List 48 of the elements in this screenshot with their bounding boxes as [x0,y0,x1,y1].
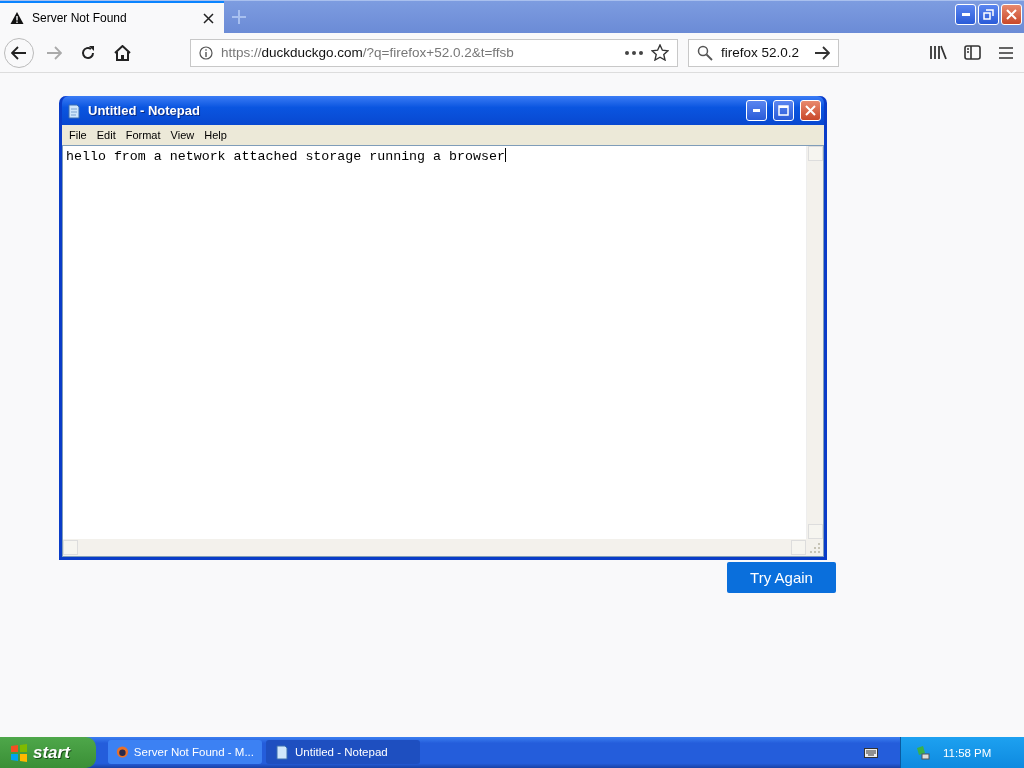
library-icon[interactable] [929,45,947,60]
menu-item[interactable]: View [165,129,200,141]
more-icon[interactable] [625,50,643,55]
reload-icon[interactable] [80,44,96,61]
network-icon[interactable] [915,744,931,761]
search-field[interactable]: firefox 52.0.2 [688,38,839,67]
taskbar-button[interactable]: Untitled - Notepad [266,740,420,764]
menu-item[interactable]: File [64,129,92,141]
browser-tab[interactable]: Server Not Found [0,1,224,33]
url-text: https://duckduckgo.com/?q=firefox+52.0.2&t=ffsb [221,45,515,60]
maximize-icon [778,105,789,116]
sidebar-icon[interactable] [963,45,981,60]
star-icon[interactable] [651,44,669,61]
info-icon[interactable] [199,45,213,60]
menu-item[interactable]: Format [120,129,166,141]
close-button[interactable] [1001,4,1022,25]
notepad-icon [274,744,290,760]
keyboard-icon[interactable] [864,747,878,758]
horizontal-scrollbar[interactable] [63,539,806,556]
try-again-button[interactable]: Try Again [727,562,836,593]
close-icon[interactable] [203,12,214,24]
menu-item[interactable]: Help [199,129,232,141]
back-arrow-icon [11,45,27,60]
windows-flag-icon [10,743,28,762]
warning-icon [10,11,24,25]
clock: 11:58 PM [943,746,992,759]
start-button[interactable]: start [0,737,96,768]
minimize-button[interactable] [746,100,767,121]
address-bar[interactable]: https://duckduckgo.com/?q=firefox+52.0.2&t=ffsb [190,38,678,67]
minimize-icon [961,13,970,16]
resize-grip[interactable] [806,539,823,556]
search-icon [697,44,713,61]
notepad-icon [66,102,82,119]
home-icon[interactable] [113,44,131,61]
vertical-scrollbar[interactable] [806,146,823,539]
close-icon [805,105,816,116]
minimize-icon [753,109,760,112]
restore-button[interactable] [978,4,999,25]
taskbar-button[interactable]: Server Not Found - M... [108,740,262,764]
maximize-button[interactable] [773,100,794,121]
window-title: Untitled - Notepad [88,103,201,118]
go-arrow-icon[interactable] [814,45,830,60]
close-icon [1006,9,1017,20]
restore-icon [983,9,994,20]
close-button[interactable] [800,100,821,121]
menu-item[interactable]: Edit [91,129,121,141]
minimize-button[interactable] [955,4,976,25]
menu-icon[interactable] [999,46,1013,59]
